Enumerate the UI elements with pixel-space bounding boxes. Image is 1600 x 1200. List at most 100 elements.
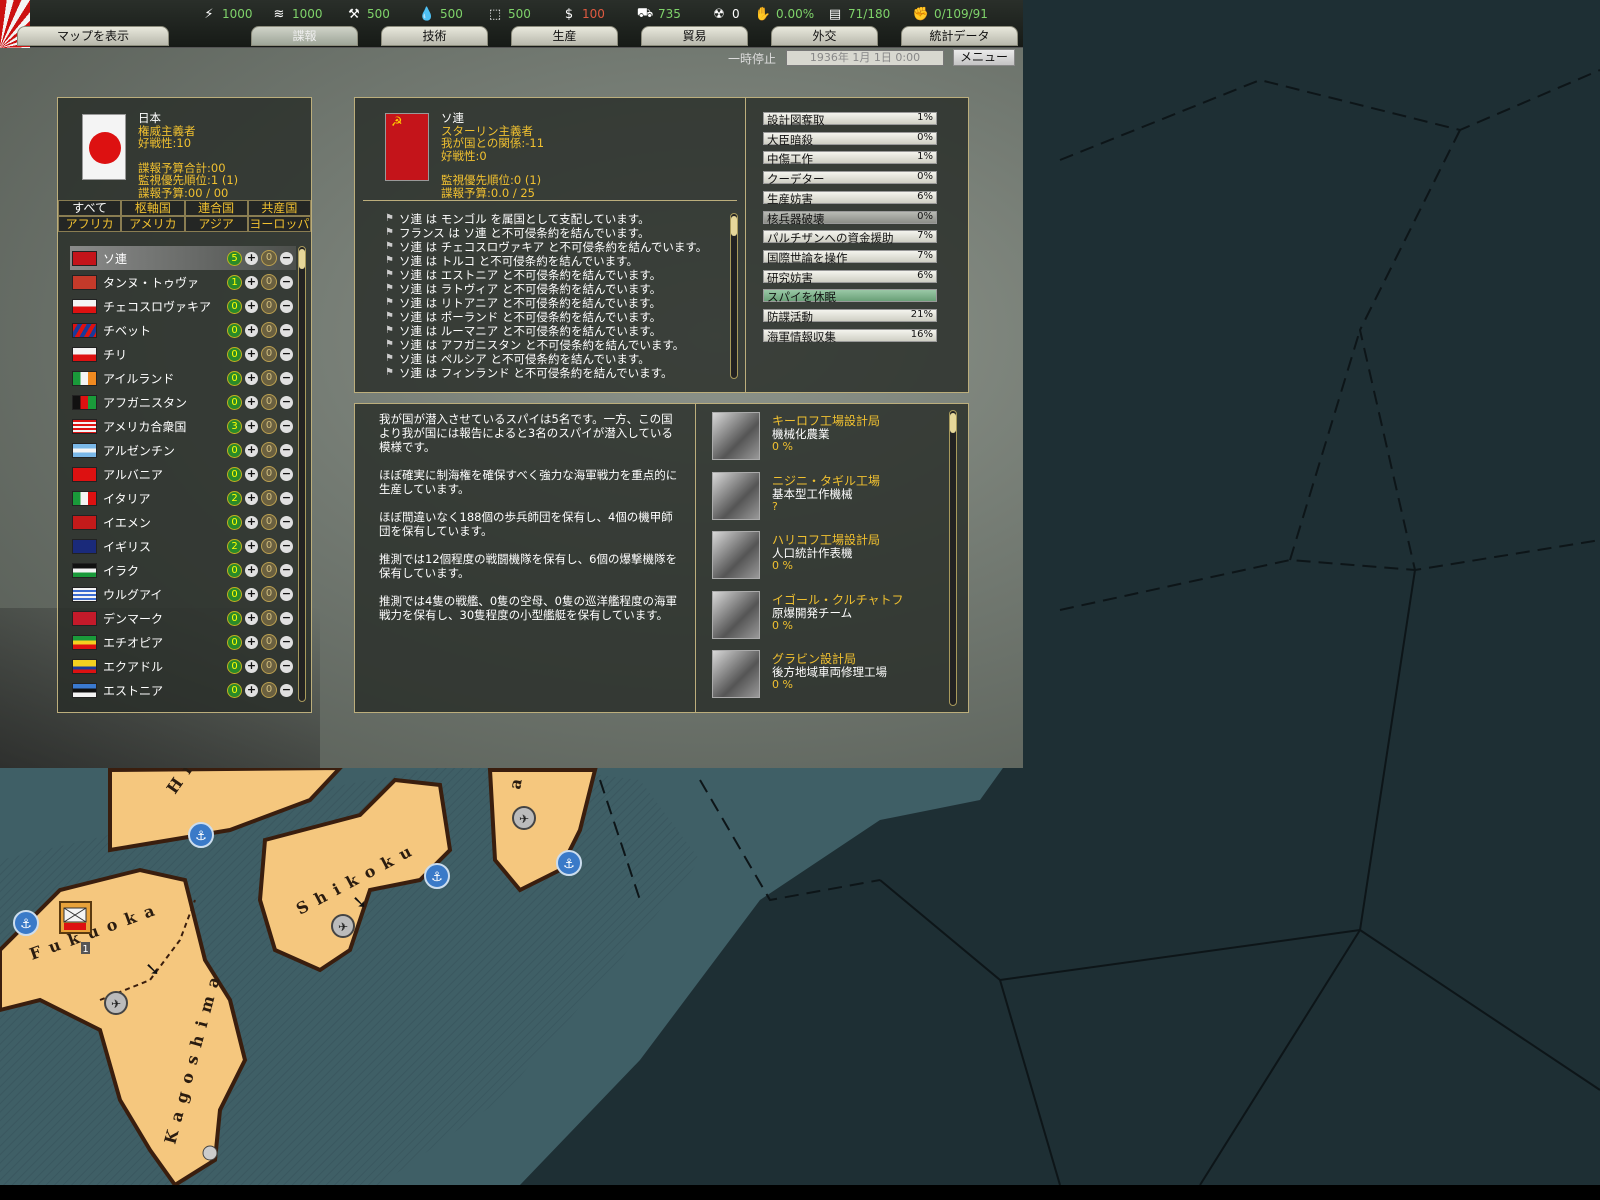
mission-button[interactable]: 国際世論を操作 7% [763, 249, 937, 265]
tab-statistics[interactable]: 統計データ [901, 26, 1018, 46]
filter-button[interactable]: 枢軸国 [121, 200, 185, 216]
mission-button[interactable]: 核兵器破壊 0% [763, 210, 937, 226]
decrease-priority-button[interactable]: − [280, 275, 293, 289]
increase-priority-button[interactable]: + [245, 251, 258, 265]
country-row[interactable]: アルバニア 0 +0− [70, 462, 296, 486]
decrease-priority-button[interactable]: − [280, 659, 293, 673]
mission-button[interactable]: 中傷工作 1% [763, 151, 937, 166]
tech-team-entry[interactable]: イゴール・クルチャトフ 原爆開発チーム 0 % [712, 590, 942, 641]
increase-priority-button[interactable]: + [245, 611, 258, 625]
increase-priority-button[interactable]: + [245, 563, 258, 577]
decrease-priority-button[interactable]: − [280, 347, 293, 361]
country-row[interactable]: アルゼンチン 0 +0− [70, 438, 296, 462]
mission-button[interactable]: 設計図奪取 1% [763, 112, 937, 127]
country-row[interactable]: アイルランド 0 +0− [70, 366, 296, 390]
country-row[interactable]: エクアドル 0 +0− [70, 654, 296, 678]
decrease-priority-button[interactable]: − [280, 635, 293, 649]
increase-priority-button[interactable]: + [245, 419, 258, 433]
filter-button[interactable]: 連合国 [184, 200, 248, 216]
decrease-priority-button[interactable]: − [280, 395, 293, 409]
decrease-priority-button[interactable]: − [280, 611, 293, 625]
tab-trade[interactable]: 貿易 [641, 26, 748, 46]
mission-button[interactable]: パルチザンへの資金援助 7% [763, 230, 937, 245]
increase-priority-button[interactable]: + [245, 659, 258, 673]
country-row[interactable]: チベット 0 +0− [70, 318, 296, 342]
tab-show-map[interactable]: マップを表示 [17, 26, 169, 46]
decrease-priority-button[interactable]: − [280, 443, 293, 457]
tab-production[interactable]: 生産 [511, 26, 618, 46]
air-base-icon[interactable]: ✈ [512, 806, 536, 830]
mission-button[interactable]: 研究妨害 6% [763, 269, 937, 285]
mission-button[interactable]: 海軍情報収集 16% [763, 328, 937, 344]
decrease-priority-button[interactable]: − [280, 539, 293, 553]
filter-button[interactable]: アフリカ [58, 216, 122, 232]
naval-base-icon[interactable]: ⚓ [556, 850, 582, 876]
scroll-thumb[interactable] [950, 413, 956, 433]
country-row[interactable]: デンマーク 0 +0− [70, 606, 296, 630]
country-row[interactable]: イラク 0 +0− [70, 558, 296, 582]
decrease-priority-button[interactable]: − [280, 467, 293, 481]
decrease-priority-button[interactable]: − [280, 419, 293, 433]
increase-priority-button[interactable]: + [245, 323, 258, 337]
tech-team-entry[interactable]: ニジニ・タギル工場 基本型工作機械? [712, 471, 942, 522]
country-row[interactable]: ウルグアイ 0 +0− [70, 582, 296, 606]
country-row[interactable]: ソ連 5 +0− [70, 246, 296, 270]
country-row[interactable]: エストニア 0 +0− [70, 678, 296, 702]
filter-button[interactable]: すべて [58, 200, 122, 216]
increase-priority-button[interactable]: + [245, 587, 258, 601]
increase-priority-button[interactable]: + [245, 347, 258, 361]
air-base-icon[interactable]: ✈ [104, 991, 128, 1015]
decrease-priority-button[interactable]: − [280, 587, 293, 601]
filter-button[interactable]: アメリカ [121, 216, 185, 232]
scroll-thumb[interactable] [731, 216, 737, 236]
decrease-priority-button[interactable]: − [280, 491, 293, 505]
mission-button[interactable]: スパイを休眠 [763, 289, 937, 304]
filter-button[interactable]: ヨーロッパ [247, 216, 311, 232]
tab-technology[interactable]: 技術 [381, 26, 488, 46]
pause-button[interactable]: 一時停止 [728, 50, 776, 67]
mission-button[interactable]: 防諜活動 21% [763, 309, 937, 324]
country-row[interactable]: イギリス 2 +0− [70, 534, 296, 558]
increase-priority-button[interactable]: + [245, 299, 258, 313]
decrease-priority-button[interactable]: − [280, 371, 293, 385]
country-row[interactable]: タンヌ・トゥヴァ 1 +0− [70, 270, 296, 294]
increase-priority-button[interactable]: + [245, 371, 258, 385]
decrease-priority-button[interactable]: − [280, 251, 293, 265]
menu-button[interactable]: メニュー [953, 49, 1015, 66]
tab-intelligence[interactable]: 諜報 [251, 26, 358, 46]
mission-button[interactable]: クーデター 0% [763, 171, 937, 186]
decrease-priority-button[interactable]: − [280, 299, 293, 313]
decrease-priority-button[interactable]: − [280, 323, 293, 337]
country-row[interactable]: チリ 0 +0− [70, 342, 296, 366]
filter-button[interactable]: 共産国 [247, 200, 311, 216]
increase-priority-button[interactable]: + [245, 635, 258, 649]
increase-priority-button[interactable]: + [245, 275, 258, 289]
increase-priority-button[interactable]: + [245, 515, 258, 529]
tech-team-entry[interactable]: グラビン設計局 後方地域車両修理工場 0 % [712, 650, 942, 700]
naval-base-icon[interactable]: ⚓ [424, 863, 450, 889]
country-list-scrollbar[interactable] [298, 246, 306, 702]
decrease-priority-button[interactable]: − [280, 683, 293, 697]
naval-base-icon[interactable]: ⚓ [188, 822, 214, 848]
increase-priority-button[interactable]: + [245, 683, 258, 697]
country-row[interactable]: アメリカ合衆国 3 +0− [70, 414, 296, 438]
port-icon[interactable] [202, 1145, 218, 1161]
tech-team-entry[interactable]: ハリコフ工場設計局 人口統計作表機 0 % [712, 531, 942, 581]
country-row[interactable]: イタリア 2 +0− [70, 486, 296, 510]
country-row[interactable]: イエメン 0 +0− [70, 510, 296, 534]
tech-team-entry[interactable]: キーロフ工場設計局 機械化農業 0 % [712, 412, 942, 462]
increase-priority-button[interactable]: + [245, 539, 258, 553]
tab-diplomacy[interactable]: 外交 [771, 26, 878, 46]
event-log-scrollbar[interactable] [730, 213, 738, 379]
air-base-icon[interactable]: ✈ [331, 914, 355, 938]
increase-priority-button[interactable]: + [245, 395, 258, 409]
decrease-priority-button[interactable]: − [280, 563, 293, 577]
increase-priority-button[interactable]: + [245, 491, 258, 505]
country-row[interactable]: エチオピア 0 +0− [70, 630, 296, 654]
naval-base-icon[interactable]: ⚓ [13, 910, 39, 936]
mission-button[interactable]: 生産妨害 6% [763, 190, 937, 206]
filter-button[interactable]: アジア [184, 216, 248, 232]
decrease-priority-button[interactable]: − [280, 515, 293, 529]
increase-priority-button[interactable]: + [245, 443, 258, 457]
tech-list-scrollbar[interactable] [949, 410, 957, 706]
